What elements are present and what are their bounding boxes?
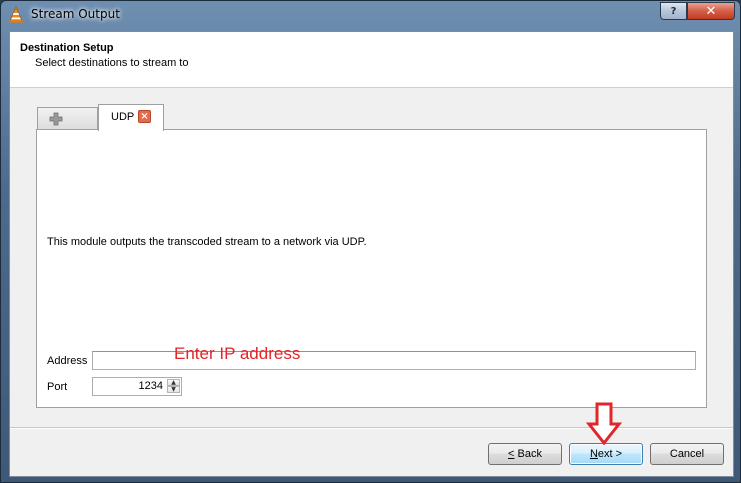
back-button[interactable]: < Back — [488, 443, 562, 465]
port-spinbox[interactable]: 1234 ▲ ▼ — [92, 377, 182, 396]
close-window-button[interactable]: ✕ — [687, 2, 735, 20]
address-label: Address — [47, 355, 88, 367]
window-title: Stream Output — [31, 7, 120, 21]
port-spinner[interactable]: ▲ ▼ — [167, 379, 180, 394]
page-title: Destination Setup — [20, 42, 114, 54]
next-button[interactable]: Next > — [569, 443, 643, 465]
address-hint-annotation: Enter IP address — [174, 344, 301, 363]
title-bar[interactable]: Stream Output ? ✕ — [1, 1, 740, 29]
tab-udp[interactable]: UDP × — [98, 104, 164, 131]
stream-output-window: Stream Output ? ✕ Destination Setup Sele… — [0, 0, 741, 483]
page-subtitle: Select destinations to stream to — [35, 57, 189, 69]
down-arrow-annotation-icon — [586, 402, 622, 446]
port-label: Port — [47, 381, 68, 393]
port-value: 1234 — [138, 380, 163, 392]
tab-udp-label: UDP — [111, 111, 135, 123]
spin-up-icon[interactable]: ▲ — [167, 379, 180, 386]
plus-icon — [49, 112, 63, 126]
footer-divider — [10, 427, 733, 429]
spin-down-icon[interactable]: ▼ — [167, 386, 180, 393]
help-button[interactable]: ? — [660, 2, 687, 20]
dialog-body: Destination Setup Select destinations to… — [9, 31, 734, 477]
wizard-header: Destination Setup Select destinations to… — [10, 32, 733, 88]
close-icon[interactable]: × — [138, 110, 151, 123]
module-description: This module outputs the transcoded strea… — [47, 236, 367, 248]
cancel-button[interactable]: Cancel — [650, 443, 724, 465]
udp-panel: This module outputs the transcoded strea… — [36, 129, 707, 408]
tab-add-destination[interactable] — [37, 107, 98, 130]
vlc-cone-icon — [9, 6, 23, 23]
